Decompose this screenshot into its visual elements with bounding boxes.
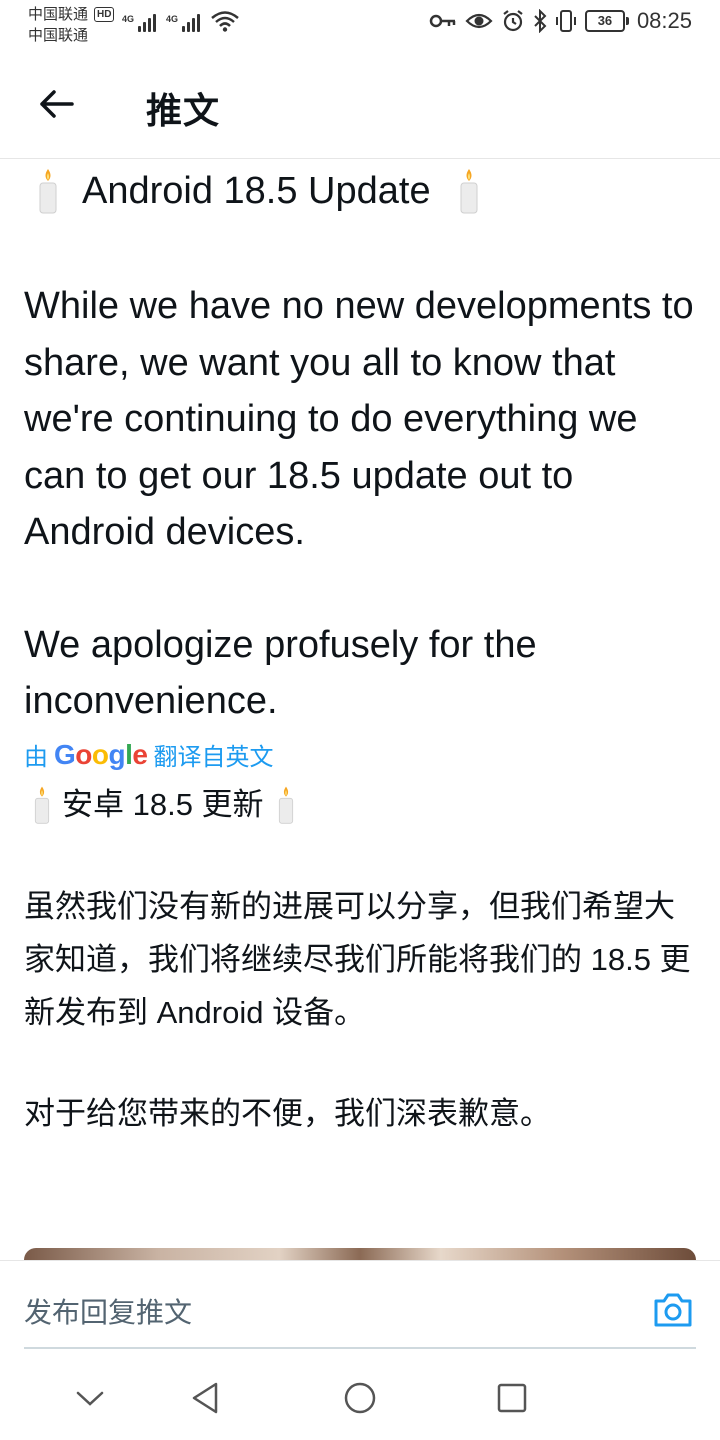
- app-header: 推文: [0, 52, 720, 159]
- carrier-1-label: 中国联通: [28, 6, 89, 23]
- translated-title-line: 安卓 18.5 更新: [24, 778, 696, 832]
- tweet-title: Android 18.5 Update: [82, 169, 431, 212]
- translation-suffix: 翻译自英文: [153, 744, 274, 771]
- carrier-2-label: 中国联通: [28, 27, 89, 44]
- battery-icon: 36: [584, 10, 629, 32]
- home-circle-icon[interactable]: [342, 1380, 378, 1416]
- tweet-paragraph-2: We apologize profusely for the inconveni…: [24, 623, 537, 723]
- tweet-text: Android 18.5 Update While we have no new…: [24, 160, 696, 730]
- translated-paragraph-1: 虽然我们没有新的进展可以分享，但我们希望大家知道，我们将继续尽我们所能将我们的 …: [24, 888, 691, 1030]
- google-logo: Google: [54, 738, 148, 770]
- tweet-title-line: Android 18.5 Update: [24, 160, 696, 222]
- signal-icon-2: 4G: [166, 14, 201, 32]
- signal-type-label-2: 4G: [166, 14, 179, 24]
- page-title: 推文: [146, 90, 221, 131]
- divider: [24, 1347, 696, 1349]
- translation-attribution[interactable]: 由 Google 翻译自英文: [24, 738, 696, 772]
- chevron-down-icon[interactable]: [72, 1380, 108, 1416]
- status-bar: 中国联通 HD 中国联通 4G 4G 36 08:25: [0, 0, 720, 52]
- eye-icon: [465, 13, 493, 29]
- translated-paragraph-2: 对于给您带来的不便，我们深表歉意。: [24, 1095, 551, 1131]
- translated-text: 安卓 18.5 更新 虽然我们没有新的进展可以分享，但我们希望大家知道，我们将继…: [24, 778, 696, 1140]
- battery-level: 36: [597, 13, 613, 28]
- hd-badge: HD: [94, 7, 115, 22]
- arrow-left-icon[interactable]: [32, 80, 80, 128]
- tweet-paragraph-1: While we have no new developments to sha…: [24, 285, 694, 553]
- system-nav-bar: [0, 1350, 720, 1440]
- back-triangle-icon[interactable]: [188, 1380, 224, 1416]
- signal-indicators: 4G 4G: [122, 10, 240, 32]
- wifi-icon: [211, 11, 239, 32]
- camera-icon[interactable]: [652, 1291, 694, 1329]
- reply-input[interactable]: 发布回复推文: [24, 1291, 192, 1331]
- signal-icon: 4G: [122, 14, 157, 32]
- key-icon: [429, 14, 456, 28]
- candle-icon-zh: [34, 786, 50, 824]
- vibrate-icon: [555, 10, 576, 32]
- status-icons: 36 08:25: [429, 8, 692, 34]
- alarm-icon: [503, 10, 523, 32]
- clock: 08:25: [636, 8, 692, 33]
- reply-bar: 发布回复推文: [0, 1260, 720, 1349]
- signal-type-label: 4G: [122, 14, 135, 24]
- candle-icon-zh-right: [278, 786, 293, 824]
- media-thumbnail[interactable]: [24, 1248, 696, 1260]
- translation-prefix: 由: [24, 744, 48, 771]
- carrier-info: 中国联通 HD 中国联通: [28, 4, 115, 46]
- recents-square-icon[interactable]: [494, 1380, 530, 1416]
- tweet-detail: Android 18.5 Update While we have no new…: [24, 160, 696, 1258]
- candle-icon: [39, 169, 57, 214]
- candle-icon-right: [460, 169, 478, 214]
- bluetooth-icon: [534, 9, 547, 33]
- translated-title: 安卓 18.5 更新: [62, 787, 264, 822]
